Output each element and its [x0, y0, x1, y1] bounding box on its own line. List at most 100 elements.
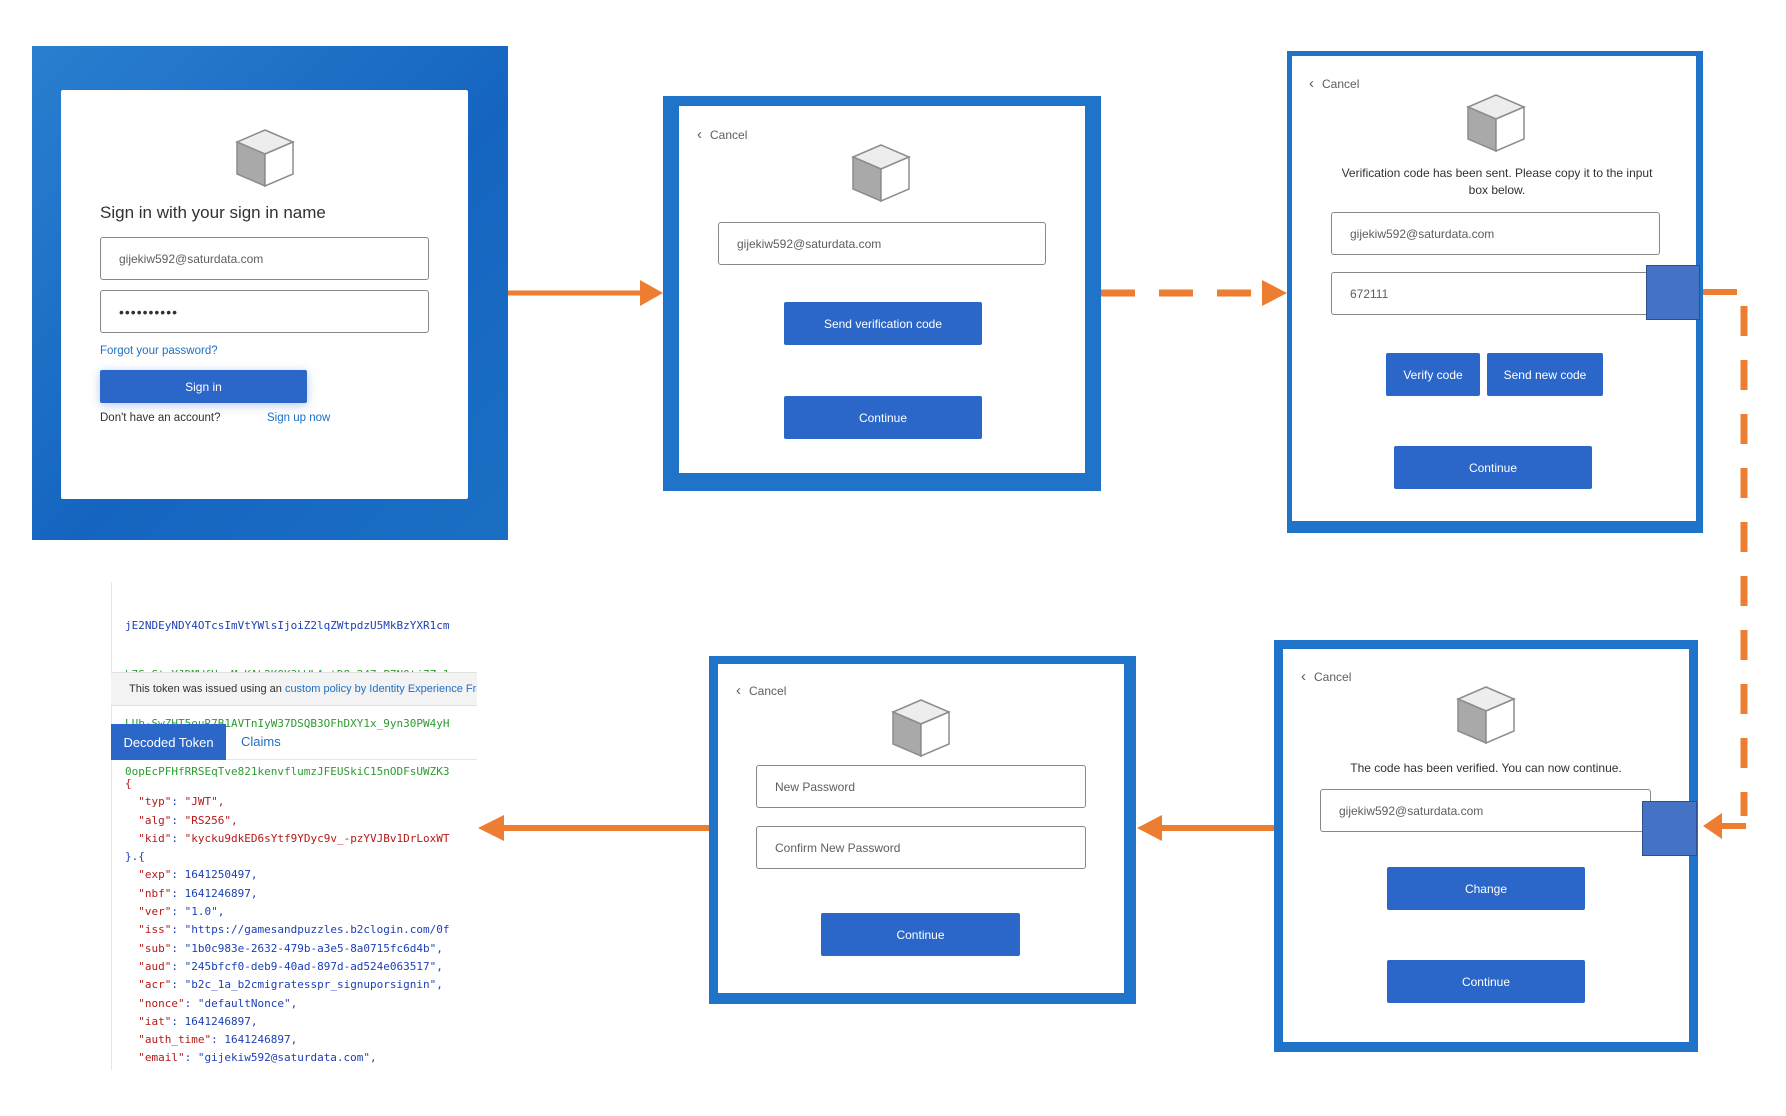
- json-value: "RS256",: [184, 813, 238, 827]
- json-key: "aud": [138, 959, 172, 973]
- verified-message: The code has been verified. You can now …: [1350, 761, 1622, 775]
- email-field[interactable]: gijekiw592@saturdata.com: [1331, 212, 1660, 255]
- decoded-json-line: "ver": "1.0",: [138, 905, 225, 919]
- json-key: "sub": [138, 941, 172, 955]
- verify-code-button[interactable]: Verify code: [1386, 353, 1480, 396]
- cube-icon: [851, 144, 911, 203]
- cancel-link[interactable]: ‹ Cancel: [697, 126, 747, 143]
- arrow-verified-to-new-password: [1137, 815, 1274, 841]
- email-field[interactable]: gijekiw592@saturdata.com: [100, 237, 429, 280]
- cube-icon: [235, 129, 295, 188]
- send-code-panel: ‹ Cancel gijekiw592@saturdata.com Send v…: [663, 96, 1101, 491]
- email-marker-square: [1642, 801, 1697, 856]
- issued-by-bar: This token was issued using an custom po…: [111, 672, 477, 706]
- decoded-token-json: { "typ": "JWT", "alg": "RS256", "kid": "…: [125, 775, 450, 1068]
- send-verification-code-button[interactable]: Send verification code: [784, 302, 982, 345]
- email-field[interactable]: gijekiw592@saturdata.com: [718, 222, 1046, 265]
- arrow-verify-to-verified: [1703, 289, 1748, 839]
- json-brace: {: [125, 777, 132, 790]
- decoded-json-line: "alg": "RS256",: [138, 813, 238, 827]
- confirm-password-field[interactable]: Confirm New Password: [756, 826, 1086, 869]
- decoded-json-line: "iss": "https://gamesandpuzzles.b2clogin…: [138, 923, 450, 937]
- json-key: "typ": [138, 795, 172, 809]
- cancel-label: Cancel: [710, 127, 748, 142]
- cancel-link[interactable]: ‹ Cancel: [1301, 668, 1351, 685]
- json-key: "nbf": [138, 886, 172, 900]
- sign-up-link[interactable]: Sign up now: [267, 412, 330, 424]
- json-key: "acr": [138, 978, 172, 992]
- new-password-panel: ‹ Cancel New Password Confirm New Passwo…: [709, 656, 1136, 1004]
- cancel-link[interactable]: ‹ Cancel: [1309, 75, 1359, 92]
- cube-icon: [891, 699, 951, 758]
- json-key: "alg": [138, 813, 172, 827]
- decoded-json-line: "acr": "b2c_1a_b2cmigratesspr_signuporsi…: [138, 978, 443, 992]
- continue-button[interactable]: Continue: [1387, 960, 1585, 1003]
- decoded-json-line: "sub": "1b0c983e-2632-479b-a3e5-8a0715fc…: [138, 941, 443, 955]
- decoded-json-line: {: [125, 775, 450, 793]
- decoded-json-line: "exp": 1641250497,: [138, 868, 258, 882]
- tab-divider: [226, 759, 477, 760]
- sign-in-button[interactable]: Sign in: [100, 370, 307, 403]
- code-marker-square: [1646, 265, 1700, 320]
- send-code-card: ‹ Cancel gijekiw592@saturdata.com Send v…: [679, 106, 1085, 473]
- json-key: "iss": [138, 923, 172, 937]
- continue-button[interactable]: Continue: [784, 396, 982, 439]
- signin-panel: Sign in with your sign in name gijekiw59…: [32, 46, 508, 540]
- json-brace: }.{: [125, 850, 145, 864]
- arrow-signin-to-send-code: [507, 280, 663, 306]
- email-field[interactable]: gijekiw592@saturdata.com: [1320, 789, 1651, 832]
- password-field[interactable]: ••••••••••: [100, 290, 429, 333]
- forgot-password-link[interactable]: Forgot your password?: [100, 345, 218, 357]
- continue-button[interactable]: Continue: [821, 913, 1020, 956]
- cube-icon: [1456, 686, 1516, 745]
- decoded-json-line: "kid": "kycku9dkED6sYtf9YDyc9v_-pzYVJBv1…: [138, 831, 450, 845]
- change-button[interactable]: Change: [1387, 867, 1585, 910]
- token-panel: jE2NDEyNDY4OTcsImVtYWlsIjoiZ2lqZWtpdzU5M…: [111, 582, 477, 1116]
- json-key: "kid": [138, 831, 172, 845]
- json-value: "kycku9dkED6sYtf9YDyc9v_-pzYVJBv1DrLoxWT: [184, 831, 450, 845]
- encoded-token-line: jE2NDEyNDY4OTcsImVtYWlsIjoiZ2lqZWtpdzU5M…: [125, 619, 450, 633]
- issued-text: This token was issued using an: [129, 683, 282, 695]
- json-value: "1.0",: [184, 905, 225, 919]
- signin-card: Sign in with your sign in name gijekiw59…: [61, 90, 468, 499]
- json-value: "defaultNonce",: [197, 996, 298, 1010]
- token-panel-border: [111, 582, 112, 1070]
- json-value: "245bfcf0-deb9-40ad-897d-ad524e063517",: [184, 959, 443, 973]
- decoded-json-line: "nbf": 1641246897,: [138, 886, 258, 900]
- json-key: "exp": [138, 868, 172, 882]
- no-account-text: Don't have an account?: [100, 412, 221, 424]
- decoded-json-line: "auth_time": 1641246897,: [138, 1033, 298, 1047]
- cube-icon: [1466, 94, 1526, 153]
- json-key: "nonce": [138, 996, 185, 1010]
- tab-decoded-token[interactable]: Decoded Token: [111, 724, 226, 760]
- send-new-code-button[interactable]: Send new code: [1487, 353, 1603, 396]
- verification-message: Verification code has been sent. Please …: [1341, 166, 1653, 197]
- signin-title: Sign in with your sign in name: [100, 203, 326, 222]
- json-key: "ver": [138, 905, 172, 919]
- verify-code-card: ‹ Cancel Verification code has been sent…: [1292, 56, 1696, 521]
- verify-code-panel: ‹ Cancel Verification code has been sent…: [1287, 51, 1703, 533]
- json-value: 1641246897,: [184, 886, 258, 900]
- decoded-json-line: "aud": "245bfcf0-deb9-40ad-897d-ad524e06…: [138, 959, 443, 973]
- arrow-new-password-to-token: [478, 815, 709, 841]
- json-value: "JWT",: [184, 795, 225, 809]
- chevron-left-icon: ‹: [1301, 668, 1306, 685]
- cancel-label: Cancel: [1322, 76, 1360, 91]
- cancel-label: Cancel: [1314, 669, 1352, 684]
- json-key: "iat": [138, 1014, 172, 1028]
- tab-claims[interactable]: Claims: [241, 734, 281, 749]
- json-key: "email": [138, 1051, 185, 1065]
- verification-code-field[interactable]: 672111: [1331, 272, 1660, 315]
- chevron-left-icon: ‹: [697, 126, 702, 143]
- continue-button[interactable]: Continue: [1394, 446, 1592, 489]
- json-value: "gijekiw592@saturdata.com",: [197, 1051, 377, 1065]
- json-value: 1641250497,: [184, 868, 258, 882]
- new-password-field[interactable]: New Password: [756, 765, 1086, 808]
- decoded-json-line: "iat": 1641246897,: [138, 1014, 258, 1028]
- json-value: 1641246897,: [184, 1014, 258, 1028]
- cancel-link[interactable]: ‹ Cancel: [736, 682, 786, 699]
- code-verified-card: ‹ Cancel The code has been verified. You…: [1283, 649, 1689, 1042]
- custom-policy-link[interactable]: custom policy by Identity Experience Fra: [285, 683, 477, 695]
- json-value: 1641246897,: [224, 1033, 298, 1047]
- code-verified-panel: ‹ Cancel The code has been verified. You…: [1274, 640, 1698, 1052]
